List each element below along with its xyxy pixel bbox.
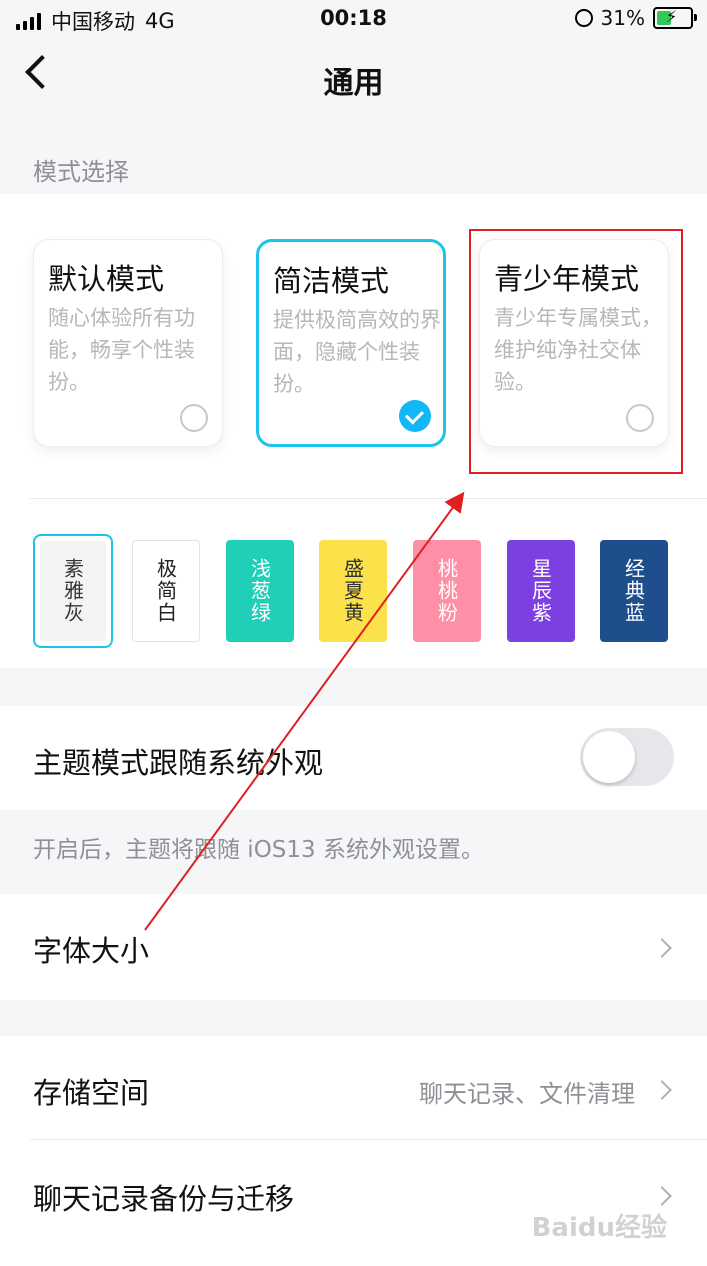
annotation-arrow xyxy=(144,491,465,931)
baidu-watermark: Baidu经验 xyxy=(531,1213,667,1243)
